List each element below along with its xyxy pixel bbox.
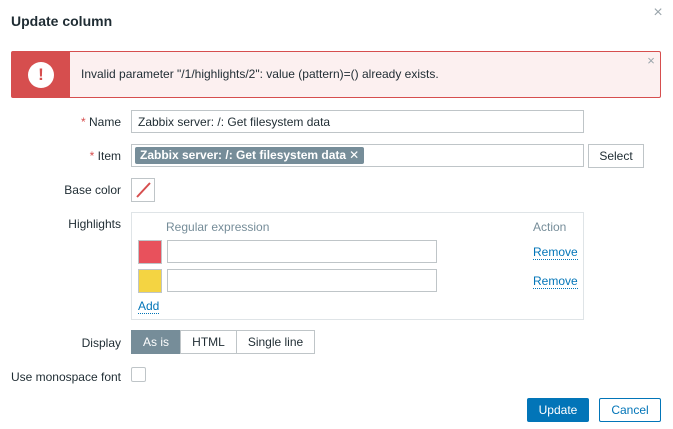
highlight-regex-input[interactable] [167, 240, 437, 263]
display-option-as-is[interactable]: As is [131, 330, 181, 354]
highlight-regex-input[interactable] [167, 269, 437, 292]
update-button[interactable]: Update [527, 398, 589, 422]
select-button[interactable]: Select [588, 144, 644, 168]
highlights-table: Regular expression Action Remove Remove … [131, 212, 584, 320]
close-icon[interactable]: × [651, 5, 665, 21]
add-highlight-link[interactable]: Add [138, 300, 160, 314]
base-color-label: Base color [64, 183, 121, 197]
item-multiselect[interactable]: Zabbix server: /: Get filesystem data ✕ [131, 144, 584, 167]
item-chip: Zabbix server: /: Get filesystem data ✕ [135, 147, 365, 164]
name-input[interactable] [131, 110, 584, 133]
no-color-icon [136, 182, 151, 198]
display-option-single-line[interactable]: Single line [236, 330, 315, 354]
cancel-button[interactable]: Cancel [599, 398, 661, 422]
required-mark: * [89, 149, 95, 163]
highlight-color-picker[interactable] [138, 269, 162, 293]
error-text: Invalid parameter "/1/highlights/2": val… [81, 67, 439, 81]
highlights-label: Highlights [68, 217, 121, 231]
error-message-box: ! Invalid parameter "/1/highlights/2": v… [11, 51, 661, 98]
base-color-picker[interactable] [131, 178, 155, 202]
error-icon: ! [28, 62, 54, 88]
dialog-title: Update column [11, 13, 113, 29]
update-column-dialog: Update column × ! Invalid parameter "/1/… [0, 0, 673, 429]
chip-remove-icon[interactable]: ✕ [349, 148, 359, 162]
remove-link[interactable]: Remove [533, 275, 578, 289]
remove-link[interactable]: Remove [533, 246, 578, 260]
display-option-html[interactable]: HTML [180, 330, 237, 354]
required-mark: * [80, 115, 86, 129]
header-action: Action [533, 220, 567, 234]
error-icon-strip: ! [12, 52, 70, 97]
error-close-icon[interactable]: × [645, 54, 657, 67]
display-label: Display [81, 336, 121, 350]
name-label: * Name [80, 115, 121, 129]
monospace-label: Use monospace font [10, 370, 121, 384]
item-label: * Item [89, 149, 121, 163]
header-regex: Regular expression [166, 220, 270, 234]
highlight-color-picker[interactable] [138, 240, 162, 264]
monospace-checkbox[interactable] [131, 367, 146, 382]
